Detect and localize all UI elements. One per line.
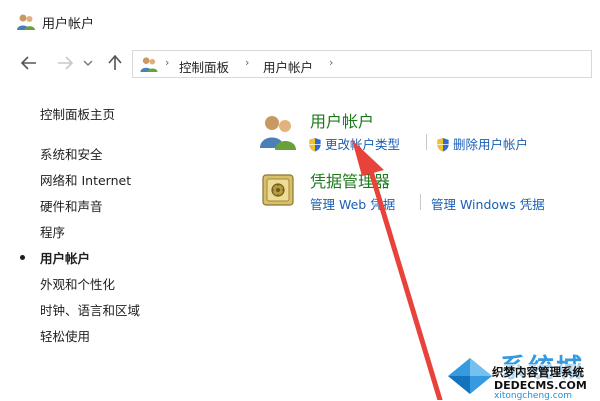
control-panel-home-link[interactable]: 控制面板主页 <box>40 104 115 123</box>
delete-user-account-link[interactable]: 删除用户帐户 <box>436 134 528 153</box>
change-account-type-link[interactable]: 更改帐户类型 <box>308 134 400 153</box>
manage-windows-credentials-link[interactable]: 管理 Windows 凭据 <box>431 194 545 213</box>
category-title-user-accounts[interactable]: 用户帐户 <box>310 108 374 132</box>
chevron-right-icon[interactable]: › <box>245 56 249 69</box>
manage-web-credentials-link[interactable]: 管理 Web 凭据 <box>310 194 395 213</box>
recent-locations-button[interactable] <box>80 52 96 74</box>
up-button[interactable] <box>104 52 126 74</box>
title-bar: 用户帐户 <box>0 0 600 44</box>
leftnav-item-programs[interactable]: 程序 <box>40 222 65 241</box>
arrow-up-icon <box>108 55 122 70</box>
active-item-bullet <box>20 255 25 260</box>
forward-button[interactable] <box>54 52 76 74</box>
left-navigation: 控制面板主页 系统和安全 网络和 Internet 硬件和声音 程序 用户帐户 … <box>0 84 240 400</box>
leftnav-item-hardware-sound[interactable]: 硬件和声音 <box>40 196 103 215</box>
change-account-type-label: 更改帐户类型 <box>325 137 401 152</box>
window-title: 用户帐户 <box>42 17 95 32</box>
chevron-right-icon[interactable]: › <box>165 56 169 69</box>
delete-user-account-label: 删除用户帐户 <box>453 137 529 152</box>
users-icon <box>17 14 35 30</box>
control-panel-window: 用户帐户 › 控制面板 › 用户帐户 › 控制面板主页 系统和安全 网络和 In… <box>0 0 600 401</box>
arrow-right-icon <box>58 56 73 70</box>
chevron-down-icon <box>83 60 93 66</box>
leftnav-item-clock-language-region[interactable]: 时钟、语言和区域 <box>40 300 140 319</box>
uac-shield-icon <box>437 137 449 152</box>
users-icon <box>140 57 158 73</box>
arrow-left-icon <box>21 56 36 70</box>
leftnav-item-network-internet[interactable]: 网络和 Internet <box>40 170 131 189</box>
leftnav-item-system-security[interactable]: 系统和安全 <box>40 144 103 163</box>
link-separator <box>420 194 421 210</box>
breadcrumb-control-panel[interactable]: 控制面板 <box>179 57 229 76</box>
users-icon <box>260 116 296 150</box>
leftnav-item-user-accounts[interactable]: 用户帐户 <box>40 248 90 267</box>
watermark-line1: 织梦内容管理系统 <box>492 364 584 380</box>
leftnav-item-appearance[interactable]: 外观和个性化 <box>40 274 115 293</box>
category-title-credential-manager[interactable]: 凭据管理器 <box>310 168 390 192</box>
vault-icon <box>262 174 294 206</box>
back-button[interactable] <box>18 52 40 74</box>
address-bar[interactable]: › 控制面板 › 用户帐户 › <box>132 50 592 78</box>
navigation-bar: › 控制面板 › 用户帐户 › <box>0 44 600 84</box>
chevron-right-icon[interactable]: › <box>329 56 333 69</box>
link-separator <box>426 134 427 150</box>
leftnav-item-ease-of-access[interactable]: 轻松使用 <box>40 326 90 345</box>
breadcrumb-user-accounts[interactable]: 用户帐户 <box>263 57 313 76</box>
uac-shield-icon <box>309 137 321 152</box>
